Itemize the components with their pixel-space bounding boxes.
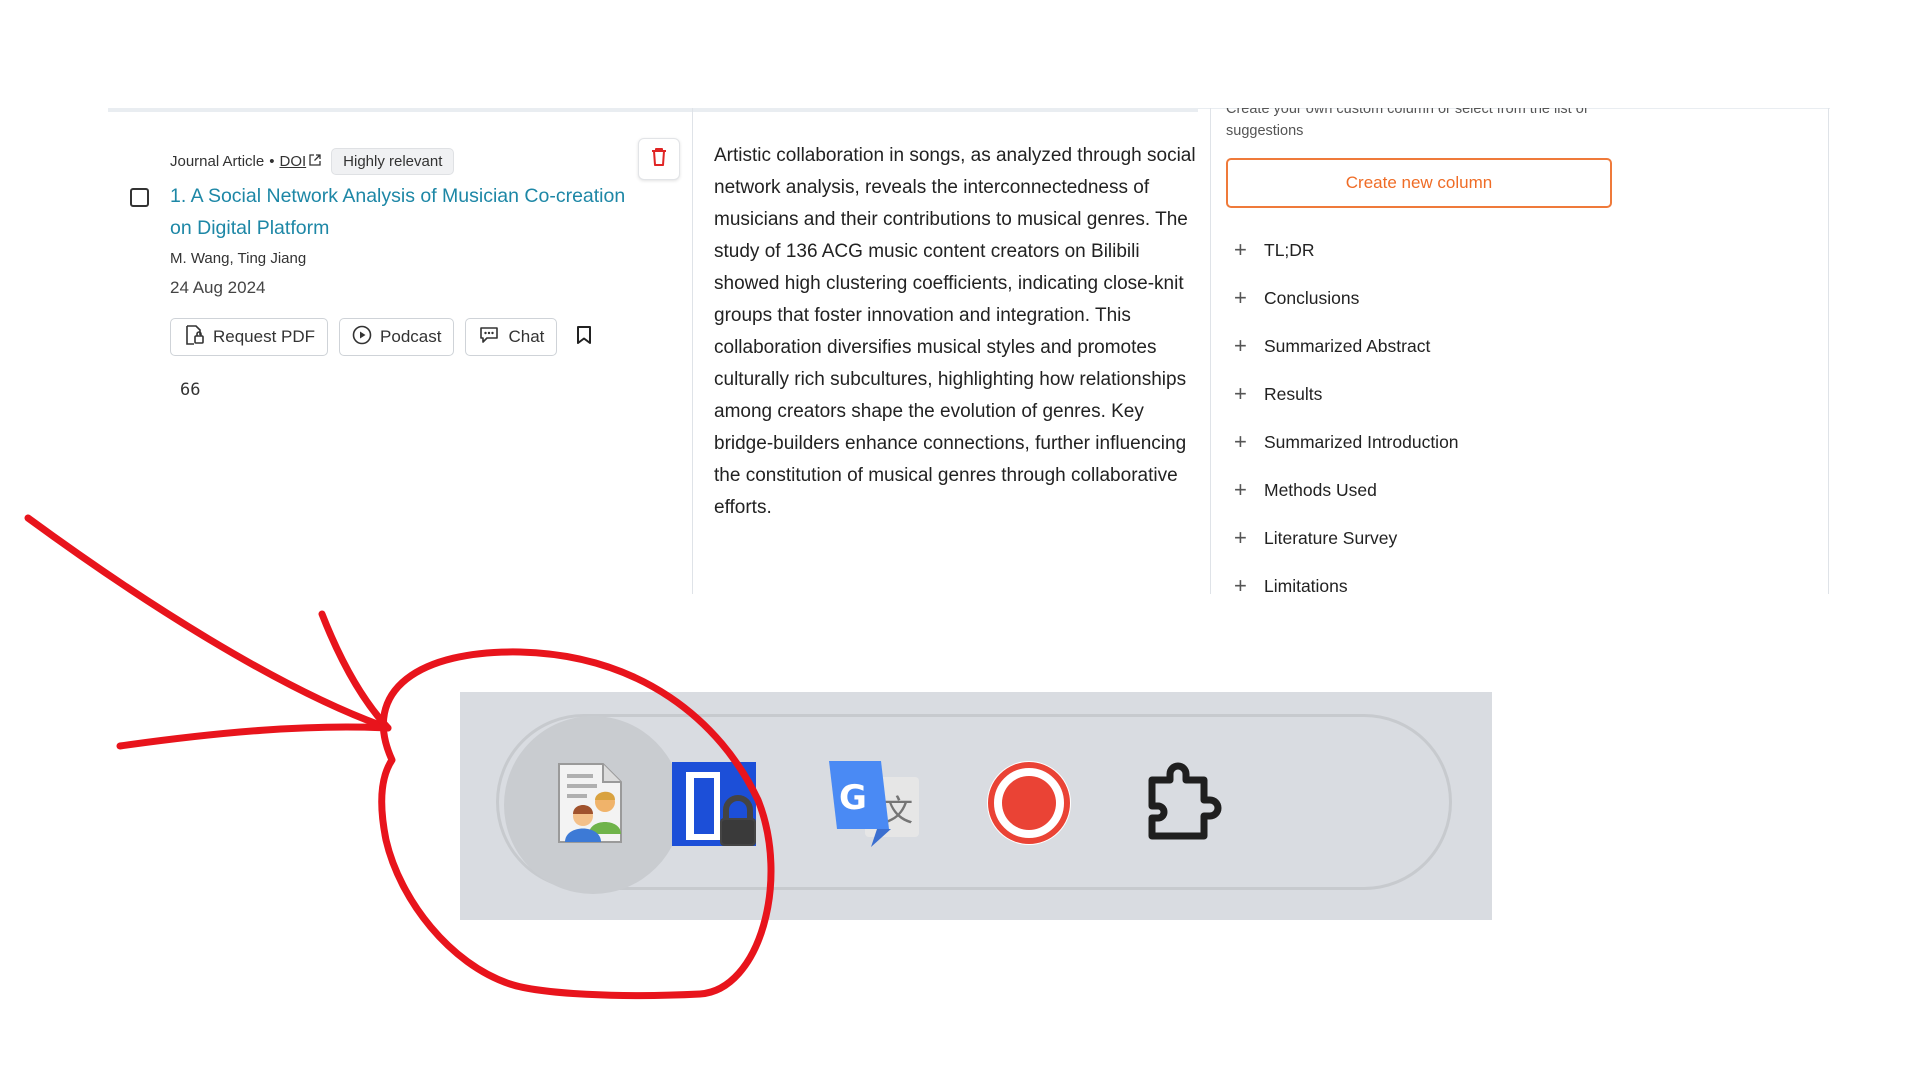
play-circle-icon xyxy=(352,325,372,350)
suggestion-label: Limitations xyxy=(1264,575,1348,595)
screen-recorder-icon xyxy=(983,757,1075,854)
extension-google-translate-button[interactable]: 文 G xyxy=(784,716,962,894)
doi-label: DOI xyxy=(279,152,307,170)
podcast-button[interactable]: Podcast xyxy=(339,318,455,356)
extension-bitwarden-button[interactable] xyxy=(626,716,804,894)
paper-type: Journal Article xyxy=(170,152,265,170)
summary-cell: Artistic collaboration in songs, as anal… xyxy=(714,145,1196,518)
contacts-document-icon xyxy=(553,760,633,851)
podcast-label: Podcast xyxy=(380,327,442,346)
suggestion-results[interactable]: + Results xyxy=(1234,370,1459,418)
plus-icon: + xyxy=(1234,333,1247,358)
suggestion-label: Summarized Introduction xyxy=(1264,431,1459,452)
chat-button[interactable]: Chat xyxy=(465,318,558,356)
create-new-column-label: Create new column xyxy=(1345,173,1493,192)
plus-icon: + xyxy=(1234,477,1247,502)
browser-extension-toolbar: 文 G xyxy=(460,692,1492,920)
suggestion-label: Conclusions xyxy=(1264,287,1360,308)
plus-icon: + xyxy=(1234,237,1247,262)
meta-separator: • xyxy=(269,152,275,170)
bitwarden-lock-icon xyxy=(670,758,760,853)
paper-title-link[interactable]: 1. A Social Network Analysis of Musician… xyxy=(170,180,630,244)
results-table: Journal Article • DOI Highly relevant 1.… xyxy=(108,108,1830,594)
plus-icon: + xyxy=(1234,285,1247,310)
bookmark-button[interactable] xyxy=(576,325,592,350)
column-divider xyxy=(692,108,693,594)
plus-icon: + xyxy=(1234,429,1247,454)
suggestion-tldr[interactable]: + TL;DR xyxy=(1234,226,1459,274)
paper-date: 24 Aug 2024 xyxy=(170,278,266,297)
trash-icon xyxy=(650,147,668,172)
svg-text:G: G xyxy=(839,778,867,818)
doi-link[interactable]: DOI xyxy=(279,153,306,170)
bookmark-icon xyxy=(576,325,592,350)
external-link-icon xyxy=(309,153,321,169)
citation-count: 66 xyxy=(180,380,201,400)
suggestion-literature-survey[interactable]: + Literature Survey xyxy=(1234,514,1459,562)
document-lock-icon xyxy=(183,324,205,351)
request-pdf-button[interactable]: Request PDF xyxy=(170,318,329,356)
paper-authors: M. Wang, Ting Jiang xyxy=(170,250,307,267)
puzzle-extensions-icon xyxy=(1140,758,1230,853)
column-suggestions: + TL;DR + Conclusions + Summarized Abstract… xyxy=(1234,226,1459,595)
suggestion-summarized-abstract[interactable]: + Summarized Abstract xyxy=(1234,322,1459,370)
annotation-arrow-head xyxy=(116,610,392,750)
column-divider xyxy=(1828,108,1829,594)
chat-bubble-icon xyxy=(478,325,500,350)
suggestion-label: Literature Survey xyxy=(1264,527,1398,548)
paper-actions: Request PDF Podcast Chat xyxy=(170,318,592,356)
suggestion-methods-used[interactable]: + Methods Used xyxy=(1234,466,1459,514)
suggestion-label: Methods Used xyxy=(1264,479,1377,500)
chat-label: Chat xyxy=(508,327,545,346)
select-paper-checkbox[interactable] xyxy=(130,188,149,207)
google-translate-icon: 文 G xyxy=(825,757,921,854)
suggestion-summarized-introduction[interactable]: + Summarized Introduction xyxy=(1234,418,1459,466)
column-panel-description: Create your own custom column or select … xyxy=(1226,108,1588,139)
suggestion-label: Summarized Abstract xyxy=(1264,335,1431,356)
delete-paper-button[interactable] xyxy=(638,138,680,180)
column-divider xyxy=(1210,108,1211,594)
paper-meta: Journal Article • DOI Highly relevant xyxy=(170,146,455,176)
extensions-menu-button[interactable] xyxy=(1096,716,1274,894)
extension-screen-recorder-button[interactable] xyxy=(940,716,1118,894)
suggestion-conclusions[interactable]: + Conclusions xyxy=(1234,274,1459,322)
plus-icon: + xyxy=(1234,381,1247,406)
plus-icon: + xyxy=(1234,525,1247,550)
table-header-rule xyxy=(108,108,1198,112)
request-pdf-label: Request PDF xyxy=(213,327,316,346)
plus-icon: + xyxy=(1234,573,1247,595)
relevance-badge: Highly relevant xyxy=(331,147,455,175)
create-new-column-button[interactable]: Create new column xyxy=(1226,158,1612,208)
suggestion-label: TL;DR xyxy=(1264,239,1315,260)
suggestion-label: Results xyxy=(1264,383,1323,404)
suggestion-limitations[interactable]: + Limitations xyxy=(1234,562,1459,595)
paper-cell: Journal Article • DOI Highly relevant 1.… xyxy=(108,118,688,588)
